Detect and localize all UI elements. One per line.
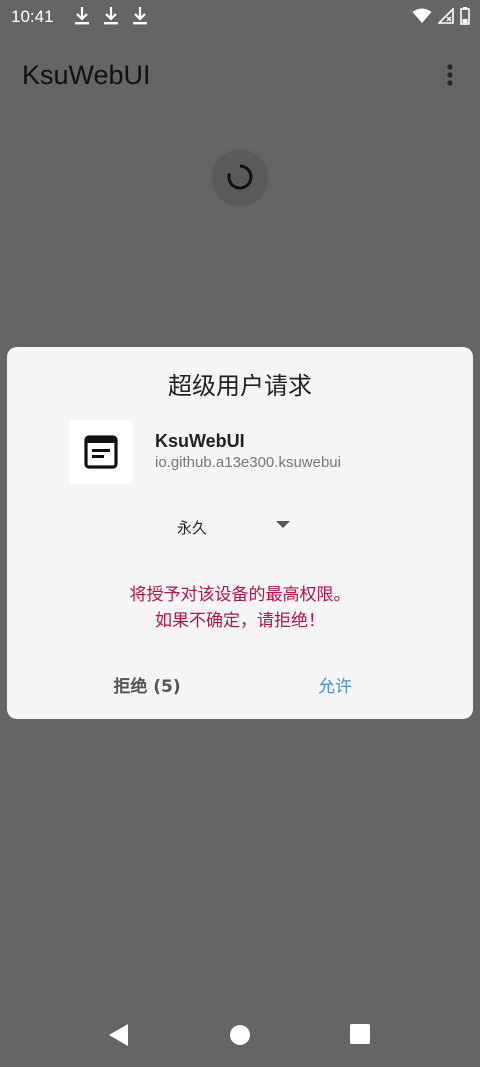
recents-icon[interactable] <box>350 1024 370 1044</box>
app-title: KsuWebUI <box>22 60 151 90</box>
battery-icon <box>460 7 470 25</box>
back-icon[interactable] <box>108 1023 130 1047</box>
home-icon[interactable] <box>229 1024 251 1046</box>
dialog-title: 超级用户请求 <box>168 372 312 400</box>
dropdown-arrow-icon <box>276 521 290 528</box>
download-icon <box>75 7 89 25</box>
duration-dropdown[interactable]: 永久 <box>173 511 303 541</box>
more-vert-icon[interactable] <box>440 62 460 90</box>
deny-button[interactable]: 拒绝 (5) <box>97 672 197 697</box>
download-icon <box>104 7 118 25</box>
duration-value: 永久 <box>177 519 208 537</box>
superuser-request-dialog: 超级用户请求 KsuWebUI io.github.a13e300.ksuweb… <box>7 347 473 719</box>
status-time: 10:41 <box>11 7 54 26</box>
web-window-icon <box>84 435 118 469</box>
app-icon <box>69 420 133 484</box>
navigation-bar <box>0 1005 480 1067</box>
app-name: KsuWebUI <box>155 431 245 451</box>
download-icon <box>133 7 147 25</box>
progress-icon <box>227 164 253 190</box>
warning-message: 将授予对该设备的最高权限。 如果不确定，请拒绝！ <box>7 582 473 634</box>
app-package-name: io.github.a13e300.ksuwebui <box>155 454 341 471</box>
status-bar: 10:41 <box>0 0 480 34</box>
wifi-icon <box>412 8 432 23</box>
signal-icon <box>438 8 454 24</box>
warning-line-1: 将授予对该设备的最高权限。 <box>129 585 351 605</box>
allow-button[interactable]: 允许 <box>295 672 375 697</box>
loading-spinner <box>213 150 267 204</box>
warning-line-2: 如果不确定，请拒绝！ <box>155 611 325 631</box>
